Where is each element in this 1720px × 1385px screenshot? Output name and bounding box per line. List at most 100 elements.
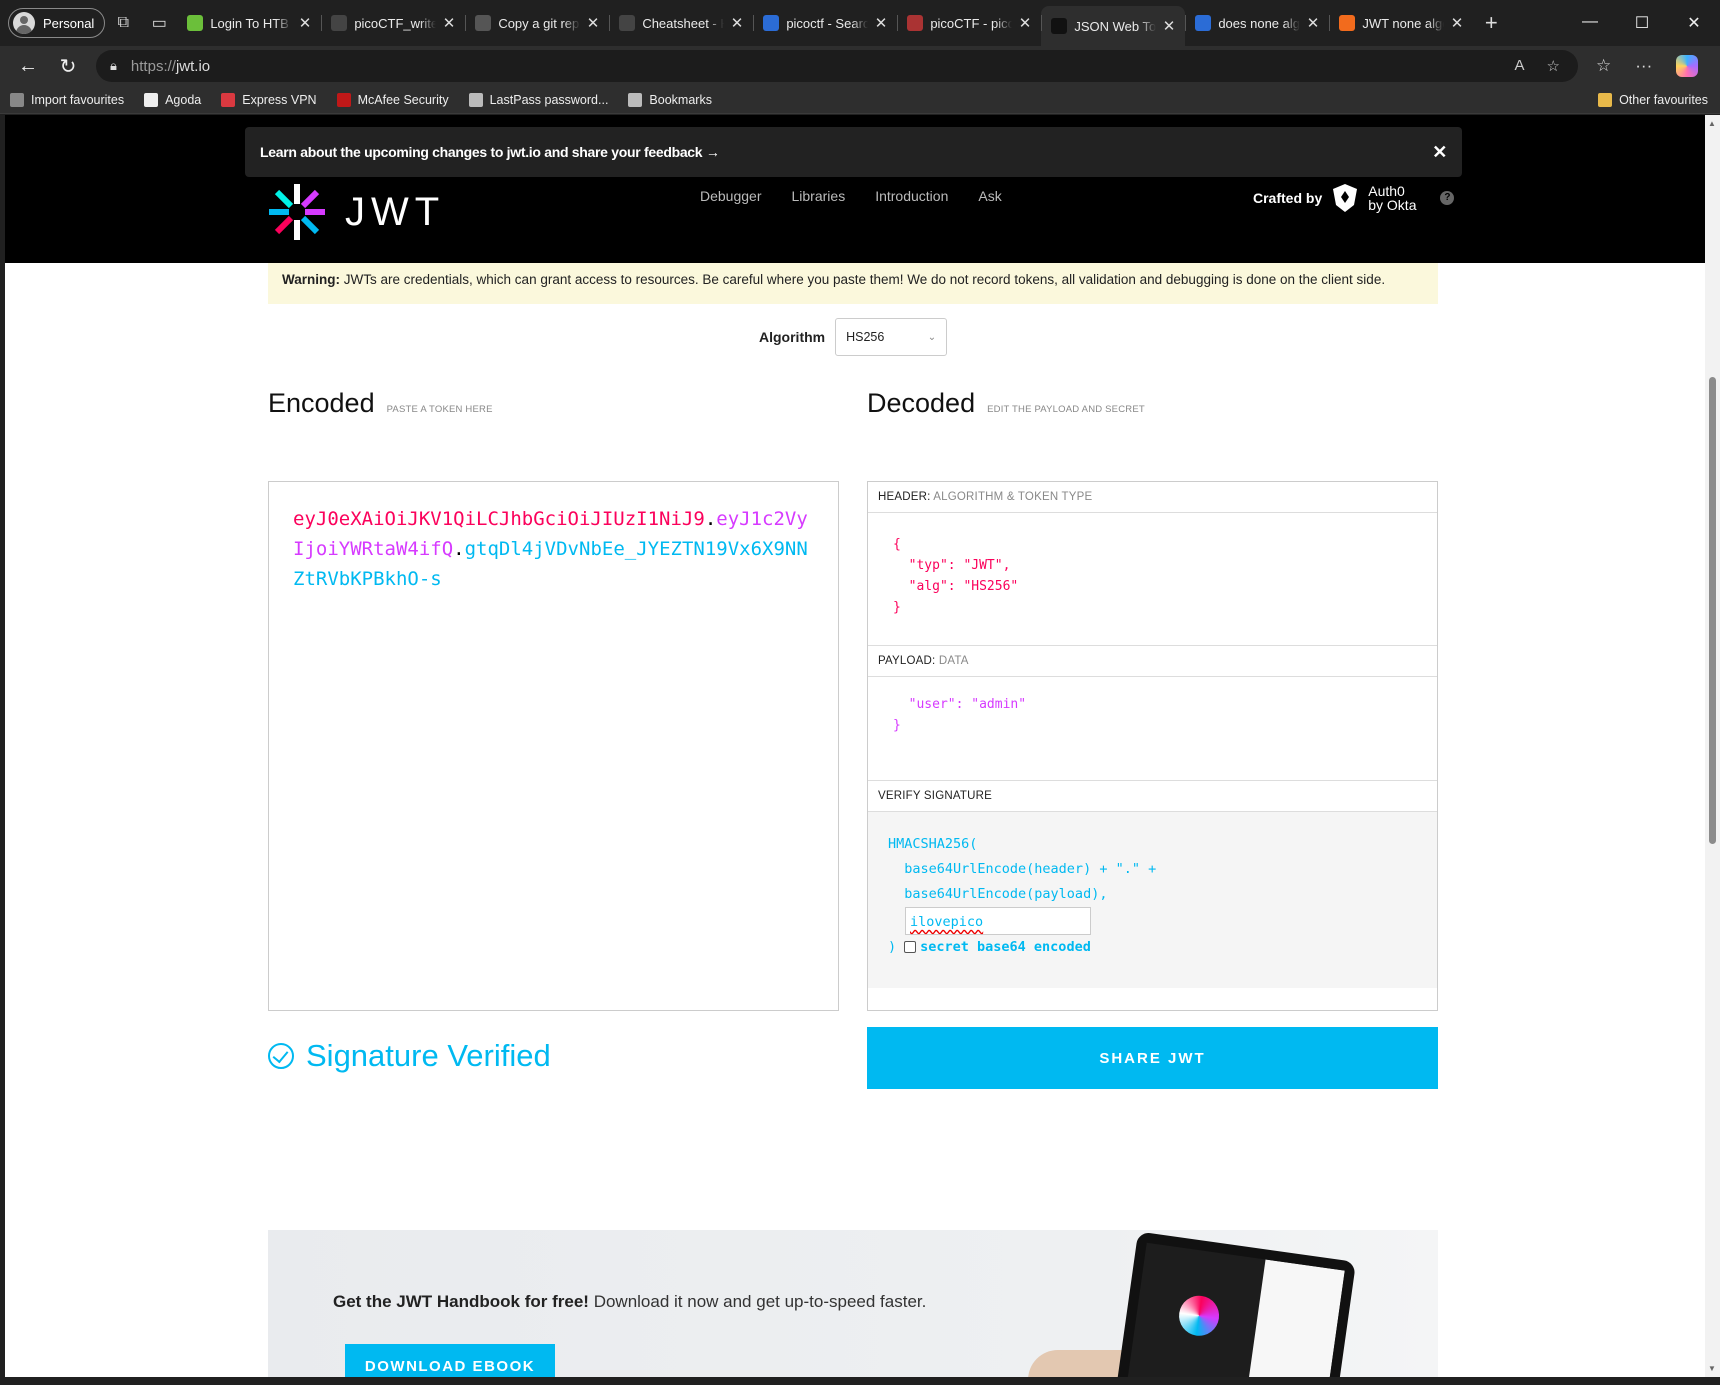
tab-close-icon[interactable]: ✕ [1019, 14, 1032, 32]
banner-text[interactable]: Learn about the upcoming changes to jwt.… [260, 144, 720, 160]
header-section-title: HEADER: ALGORITHM & TOKEN TYPE [868, 482, 1437, 513]
tab-favicon-icon [907, 15, 924, 31]
favorites-icon[interactable]: ☆ [1596, 56, 1611, 76]
jwt-logo-icon [1176, 1293, 1222, 1339]
address-toolbar: ← ↻ 🔒︎ https://jwt.io A ☆ ☆ ··· [0, 46, 1720, 86]
scroll-up-icon[interactable]: ▲ [1708, 119, 1716, 128]
encoded-heading: Encoded PASTE A TOKEN HERE [268, 388, 493, 419]
payload-json-editor[interactable]: "user": "admin" } [868, 677, 1437, 781]
tab-close-icon[interactable]: ✕ [1451, 14, 1464, 32]
tab-close-icon[interactable]: ✕ [443, 14, 456, 32]
bookmark-item[interactable]: Import favourites [0, 92, 134, 107]
bookmark-favicon-icon [10, 92, 24, 107]
tab-close-icon[interactable]: ✕ [731, 14, 744, 32]
banner-close-icon[interactable]: ✕ [1432, 142, 1447, 163]
browser-tab[interactable]: JWT none algor ✕ [1329, 6, 1473, 40]
bookmark-item[interactable]: Express VPN [211, 92, 326, 107]
algorithm-label: Algorithm [759, 329, 826, 345]
algorithm-select[interactable]: HS256 ⌄ [835, 318, 948, 356]
browser-tab[interactable]: picoctf - Search ✕ [753, 6, 897, 40]
tab-favicon-icon [475, 15, 492, 31]
secret-base64-checkbox[interactable] [904, 941, 917, 953]
back-icon[interactable]: ← [8, 55, 48, 78]
share-jwt-button[interactable]: SHARE JWT [867, 1027, 1438, 1089]
help-icon[interactable]: ? [1440, 191, 1455, 205]
tab-title: does none algo [1218, 15, 1300, 31]
chevron-down-icon: ⌄ [927, 331, 937, 343]
copilot-icon[interactable] [1676, 55, 1699, 77]
scrollbar-thumb[interactable] [1709, 377, 1716, 844]
verify-signature-body: HMACSHA256( base64UrlEncode(header) + ".… [868, 812, 1437, 988]
browser-tab[interactable]: picoCTF - picoG ✕ [897, 6, 1041, 40]
tab-title: Copy a git repo [498, 15, 580, 31]
tab-close-icon[interactable]: ✕ [1307, 14, 1320, 32]
profile-button[interactable]: Personal [8, 8, 106, 38]
jwt-logo[interactable]: JWT [267, 182, 445, 242]
browser-tab[interactable]: Login To HTB Ac ✕ [177, 6, 321, 40]
nav-link-libraries[interactable]: Libraries [792, 188, 846, 204]
verify-line-payload: base64UrlEncode(payload), [888, 886, 1108, 902]
tab-close-icon[interactable]: ✕ [1163, 17, 1176, 35]
decoded-heading: Decoded EDIT THE PAYLOAD AND SECRET [867, 388, 1145, 419]
tab-close-icon[interactable]: ✕ [875, 14, 888, 32]
close-window-icon[interactable]: ✕ [1668, 13, 1720, 33]
signature-status: Signature Verified [268, 1038, 551, 1074]
algorithm-selector: Algorithm HS256 ⌄ [759, 318, 948, 356]
bookmark-favicon-icon [336, 92, 351, 107]
bookmark-item[interactable]: Bookmarks [618, 92, 722, 107]
tab-close-icon[interactable]: ✕ [299, 14, 312, 32]
tablet-screen [1127, 1242, 1345, 1377]
workspaces-icon[interactable]: ⧉ [105, 8, 141, 38]
tab-actions-icon[interactable]: ▭ [141, 8, 177, 38]
tab-favicon-icon [763, 15, 780, 31]
bookmark-item[interactable]: McAfee Security [327, 92, 459, 107]
ebook-promo: Get the JWT Handbook for free! Download … [268, 1230, 1438, 1377]
url-host: jwt.io [175, 57, 211, 75]
nav-link-ask[interactable]: Ask [978, 188, 1001, 204]
more-menu-icon[interactable]: ··· [1635, 56, 1652, 76]
tab-title: picoCTF_writeup [354, 15, 436, 31]
bookmark-label: LastPass password... [489, 92, 609, 107]
new-tab-icon[interactable]: + [1473, 8, 1509, 38]
payload-hint: DATA [938, 655, 969, 667]
scroll-down-icon[interactable]: ▼ [1708, 1364, 1716, 1373]
browser-tab[interactable]: Copy a git repo ✕ [465, 6, 609, 40]
browser-tab-bar: Personal ⧉ ▭ Login To HTB Ac✕picoCTF_wri… [0, 0, 1720, 46]
bookmarks-bar: Import favourites Agoda Express VPN McAfee … [0, 86, 1720, 114]
verify-close-paren: ) [888, 939, 897, 955]
auth0-okta-link[interactable]: Auth0 by Okta [1368, 184, 1416, 212]
header-json-editor[interactable]: { "typ": "JWT", "alg": "HS256" } [868, 513, 1437, 646]
header-label: HEADER: [878, 491, 931, 503]
nav-link-introduction[interactable]: Introduction [875, 188, 948, 204]
other-favourites[interactable]: Other favourites [1588, 92, 1720, 107]
header-json[interactable]: { "typ": "JWT", "alg": "HS256" } [893, 534, 1437, 618]
browser-tab[interactable]: Cheatsheet - Ho ✕ [609, 6, 753, 40]
payload-json[interactable]: "user": "admin" } [893, 694, 1437, 736]
bookmark-item[interactable]: LastPass password... [459, 92, 619, 107]
nav-link-debugger[interactable]: Debugger [700, 188, 762, 204]
bookmark-item[interactable]: Agoda [134, 92, 211, 107]
maximize-icon[interactable]: ☐ [1616, 13, 1668, 33]
tab-close-icon[interactable]: ✕ [587, 14, 600, 32]
read-aloud-icon[interactable]: A [1515, 57, 1525, 75]
auth0-shield-icon[interactable] [1332, 183, 1358, 213]
browser-tab[interactable]: does none algo ✕ [1185, 6, 1329, 40]
feedback-banner[interactable]: Learn about the upcoming changes to jwt.… [245, 127, 1462, 177]
encoded-token-input[interactable]: eyJ0eXAiOiJKV1QiLCJhbGciOiJIUzI1NiJ9.eyJ… [268, 481, 839, 1011]
page-scrollbar[interactable]: ▲ ▼ [1705, 115, 1720, 1377]
tab-favicon-icon [1339, 15, 1356, 31]
refresh-icon[interactable]: ↻ [48, 54, 88, 79]
browser-tab[interactable]: picoCTF_writeup ✕ [321, 6, 465, 40]
crafted-by: Crafted by Auth0 by Okta ? [1253, 183, 1455, 213]
secret-input[interactable]: ilovepico [905, 907, 1091, 935]
browser-tab[interactable]: JSON Web Toke ✕ [1041, 6, 1186, 46]
download-ebook-button[interactable]: DOWNLOAD EBOOK [345, 1344, 555, 1377]
minimize-icon[interactable]: — [1564, 13, 1616, 33]
secret-value: ilovepico [910, 914, 984, 930]
bookmark-label: McAfee Security [357, 92, 449, 107]
bookmark-favicon-icon [628, 92, 643, 107]
url-bar[interactable]: 🔒︎ https://jwt.io A ☆ [96, 50, 1578, 82]
favorite-star-icon[interactable]: ☆ [1547, 57, 1560, 75]
warning-label: Warning: [282, 272, 340, 287]
decoded-title: Decoded [867, 388, 976, 418]
